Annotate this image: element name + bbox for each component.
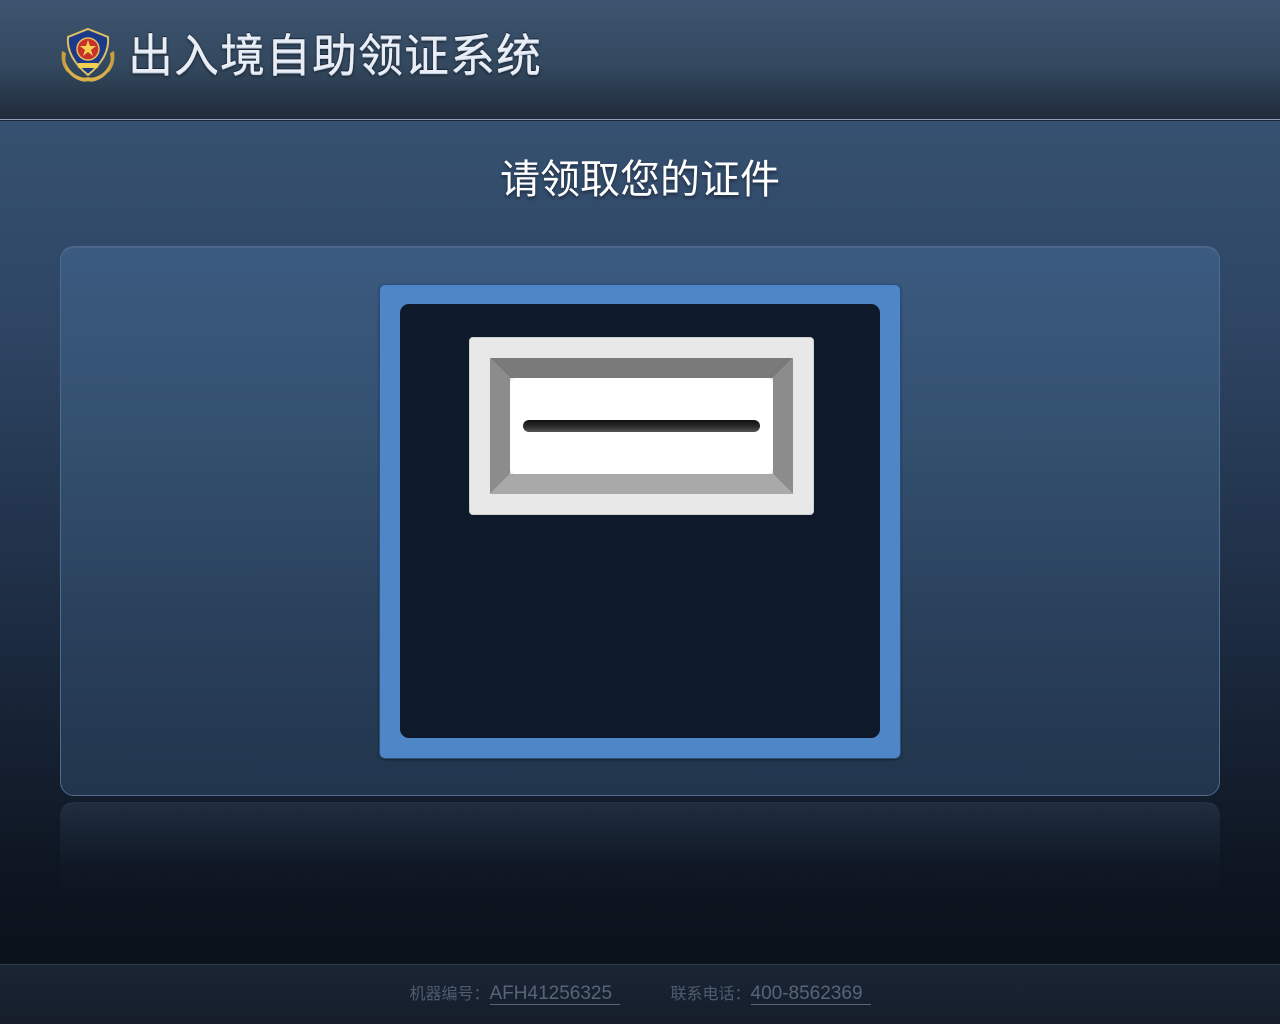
- card-slot-icon: [469, 337, 814, 515]
- card-slot-device: [379, 284, 901, 759]
- machine-id: AFH41256325: [489, 983, 621, 1005]
- card-slot-opening: [523, 420, 760, 432]
- panel-reflection: [60, 802, 1220, 903]
- phone-label: 联系电话：: [670, 986, 751, 1003]
- footer-info: 机器编号：AFH41256325 联系电话：400-8562369: [0, 982, 1280, 1007]
- app-title: 出入境自助领证系统: [128, 29, 543, 82]
- card-slot-screen: [400, 304, 880, 738]
- machine-info: 机器编号：AFH41256325: [409, 982, 621, 1007]
- phone-number: 400-8562369: [750, 983, 871, 1005]
- machine-label: 机器编号：: [409, 986, 490, 1003]
- police-emblem-icon: [61, 27, 115, 82]
- page-title: 请领取您的证件: [500, 157, 780, 203]
- card-slot-face: [510, 378, 773, 474]
- footer-bar: 机器编号：AFH41256325 联系电话：400-8562369: [0, 964, 1280, 1024]
- header-bar: 出入境自助领证系统: [0, 0, 1280, 120]
- phone-info: 联系电话：400-8562369: [671, 982, 871, 1007]
